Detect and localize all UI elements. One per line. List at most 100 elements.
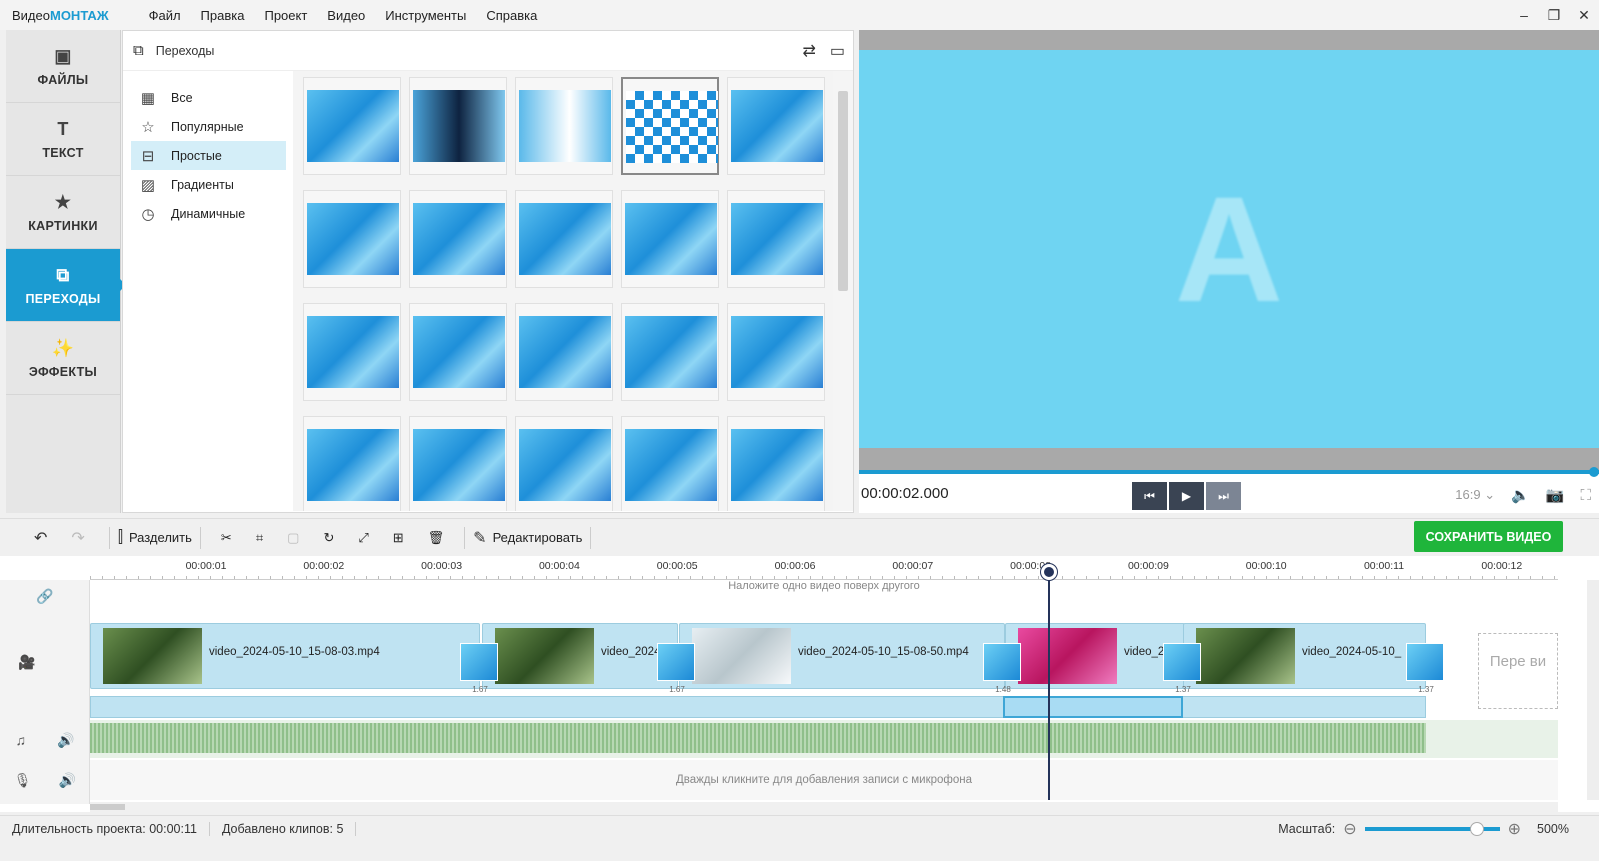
text-icon: T [57,118,69,139]
menu-project[interactable]: Проект [254,8,317,23]
aspect-select[interactable]: 16:9 ⌄ [1455,487,1495,503]
video-clip[interactable]: video_2024-05-10_ [1183,623,1426,689]
transition-thumb[interactable] [621,416,719,511]
preview-progress[interactable] [859,467,1599,477]
transition-marker[interactable]: 1.67 [460,643,498,694]
project-duration: Длительность проекта: 00:00:11 [0,821,210,836]
play-button[interactable]: ▶ [1169,482,1204,510]
transition-thumb[interactable] [621,77,719,175]
menu-tools[interactable]: Инструменты [375,8,476,23]
category-gradients[interactable]: ▨ Градиенты [131,170,286,199]
transition-thumb[interactable] [409,416,507,511]
transition-thumb[interactable] [727,416,825,511]
shuffle-icon[interactable]: ⇄ [802,41,815,61]
transition-thumb[interactable] [303,77,401,175]
ruler-tick: 00:00:07 [892,560,934,572]
transition-marker[interactable]: 1.67 [657,643,695,694]
transition-thumb[interactable] [303,416,401,511]
transition-marker[interactable]: 1.48 [983,643,1021,694]
volume-icon[interactable]: 🔈 [1511,486,1530,504]
video-clip[interactable]: video_2024-05-10_15-08-03.mp4 [90,623,480,689]
transition-thumb[interactable] [727,190,825,288]
transition-thumb[interactable] [515,416,613,511]
trash-icon[interactable]: 🗑 [428,530,445,546]
ruler-tick: 00:00:09 [1127,560,1169,572]
menu-video[interactable]: Видео [317,8,375,23]
link-icon[interactable]: 🔗 [36,588,53,605]
menu-help[interactable]: Справка [476,8,547,23]
transition-preview [307,90,399,162]
camera-icon[interactable]: 📷 [1546,486,1565,504]
scissors-icon[interactable]: ✂ [221,530,232,546]
zoom-slider[interactable] [1364,822,1500,836]
edit-button[interactable]: ✎ Редактировать [473,528,582,548]
nav-effects[interactable]: ✨ ЭФФЕКТЫ [6,322,120,395]
transition-marker[interactable]: 1.37 [1406,643,1444,694]
zoom-out-icon[interactable]: ⊖ [1343,819,1356,839]
crop-icon[interactable]: ⌗ [256,530,263,546]
video-clip[interactable]: video_2 [1005,623,1185,689]
mic-track[interactable]: Дважды кликните для добавления записи с … [90,760,1558,800]
timeline-vscroll[interactable] [1587,580,1599,800]
fullscreen-icon[interactable]: ⛶ [1580,487,1591,504]
nav-text[interactable]: T ТЕКСТ [6,103,120,176]
close-button[interactable]: ✕ [1569,0,1599,30]
title-bar: ВидеоМОНТАЖ Файл Правка Проект Видео Инс… [0,0,1599,30]
category-dynamic[interactable]: ◷ Динамичные [131,199,286,228]
time-ruler[interactable]: 00:00:01 00:00:02 00:00:03 00:00:04 00:00:05… [90,556,1558,580]
rotate-icon[interactable]: ↻ [323,530,334,546]
menu-file[interactable]: Файл [139,8,191,23]
transition-thumb[interactable] [303,303,401,401]
playhead[interactable] [1041,564,1057,800]
panel-scrollbar[interactable] [833,71,853,511]
video-clip[interactable]: video_2024-05-10_15-08-50.mp4 [679,623,1005,689]
ruler-tick: 00:00:04 [538,560,580,572]
mic-volume-icon[interactable]: 🔊 [59,772,76,789]
skip-forward-button[interactable]: ⏭ [1206,482,1241,510]
resize-icon[interactable]: ⤢ [358,530,368,546]
category-all[interactable]: ▦ Все [131,83,286,112]
ruler-tick: 00:00:05 [656,560,698,572]
undo-button[interactable]: ↶ [34,528,47,548]
left-nav: ▣ ФАЙЛЫ T ТЕКСТ ★ КАРТИНКИ ⧉ ПЕРЕХОДЫ ✨ ЭФФЕК… [6,30,126,513]
transition-thumb[interactable] [303,190,401,288]
split-button[interactable]: ⫿ Разделить [118,529,192,547]
transition-thumb[interactable] [515,303,613,401]
category-popular[interactable]: ☆ Популярные [131,112,286,141]
restore-button[interactable]: ❐ [1539,0,1569,30]
frame-icon[interactable]: ▭ [830,41,845,61]
transition-thumb[interactable] [515,190,613,288]
transition-thumb[interactable] [409,190,507,288]
transition-thumb[interactable] [727,77,825,175]
grid-icon: ▦ [140,89,156,107]
transition-thumb[interactable] [409,303,507,401]
video-clip[interactable]: video_2024- [482,623,678,689]
skip-back-button[interactable]: ⏮ [1132,482,1167,510]
transition-preview [307,203,399,275]
transition-thumb[interactable] [727,303,825,401]
audio-volume-icon[interactable]: 🔊 [57,732,74,749]
transitions-panel-icon: ⧉ [133,42,144,59]
minimize-button[interactable]: – [1509,0,1539,30]
category-simple[interactable]: ⊟ Простые [131,141,286,170]
timeline-hscroll[interactable] [90,802,1558,812]
save-video-button[interactable]: СОХРАНИТЬ ВИДЕО [1414,521,1563,552]
transition-marker[interactable]: 1.37 [1163,643,1201,694]
audio-track[interactable] [90,720,1558,758]
selected-segment[interactable] [1003,696,1183,718]
transition-thumb[interactable] [409,77,507,175]
nav-pictures[interactable]: ★ КАРТИНКИ [6,176,120,249]
transition-thumb[interactable] [621,190,719,288]
transition-thumb[interactable] [515,77,613,175]
redo-button[interactable]: ↷ [71,528,84,548]
overlay-track[interactable]: Наложите одно видео поверх другого [90,580,1558,623]
video-subtrack[interactable] [90,696,1426,718]
zoom-in-icon[interactable]: ⊕ [1508,819,1521,839]
menu-edit[interactable]: Правка [191,8,255,23]
drop-placeholder[interactable]: Пере ви [1478,633,1558,709]
frame-tool-icon[interactable]: ▢ [287,530,299,546]
transition-thumb[interactable] [621,303,719,401]
add-clip-icon[interactable]: ⊞ [393,530,404,546]
nav-transitions[interactable]: ⧉ ПЕРЕХОДЫ [6,249,126,322]
nav-files[interactable]: ▣ ФАЙЛЫ [6,30,120,103]
